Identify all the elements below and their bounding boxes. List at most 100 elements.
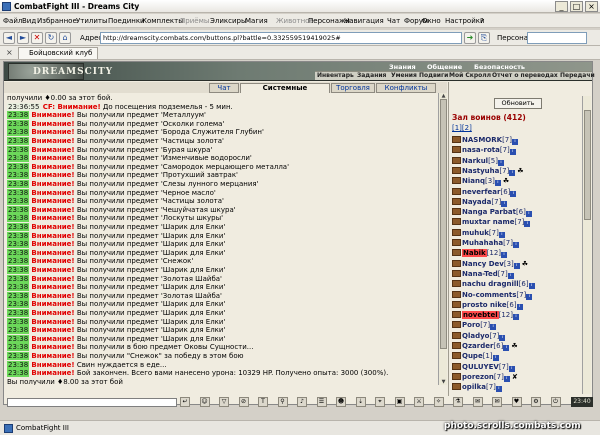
user-name[interactable]: Nancy Dev bbox=[462, 260, 504, 268]
info-icon[interactable]: i bbox=[501, 252, 508, 259]
menu-item[interactable]: Навигация bbox=[344, 17, 384, 25]
menu-item[interactable]: Чат bbox=[387, 17, 400, 25]
top-nav-link[interactable]: Безопасность bbox=[474, 63, 525, 71]
sub-nav-link[interactable]: Инвентарь bbox=[317, 72, 354, 79]
info-icon[interactable]: i bbox=[507, 272, 514, 279]
gift-icon[interactable]: ✉ bbox=[472, 397, 483, 407]
chat-input[interactable] bbox=[7, 398, 177, 407]
menu-item[interactable]: Утилиты bbox=[76, 17, 108, 25]
user-name[interactable]: Nastyuha bbox=[462, 167, 499, 175]
info-icon[interactable]: i bbox=[528, 283, 535, 290]
info-icon[interactable]: i bbox=[498, 231, 505, 238]
menu-item[interactable]: Приёмы bbox=[180, 17, 209, 25]
user-name[interactable]: opilka bbox=[462, 383, 486, 391]
chat-tab[interactable]: Чат bbox=[209, 83, 239, 93]
menu-item[interactable]: Эликсиры bbox=[210, 17, 247, 25]
user-name[interactable]: Nianq bbox=[462, 177, 485, 185]
info-icon[interactable]: i bbox=[526, 293, 533, 300]
user-name[interactable]: Nanga Parbat bbox=[462, 208, 516, 216]
info-icon[interactable]: i bbox=[495, 386, 502, 393]
address-input[interactable]: http://dreamscity.combats.com/buttons.pl… bbox=[100, 32, 462, 44]
menu-item[interactable]: Комплекты bbox=[142, 17, 184, 25]
close-tab-icon[interactable]: × bbox=[6, 48, 13, 57]
chat-scrollbar[interactable]: ▲ ▼ bbox=[438, 93, 447, 385]
menu-item[interactable]: Избранное bbox=[37, 17, 77, 25]
potion-icon[interactable]: ⚗ bbox=[453, 397, 463, 407]
sub-nav-link[interactable]: Отчет о переводах bbox=[492, 72, 558, 79]
user-name[interactable]: muxtar name bbox=[462, 218, 515, 226]
info-icon[interactable]: i bbox=[510, 190, 517, 197]
list-scroll-thumb[interactable] bbox=[584, 110, 591, 220]
translit-icon[interactable]: T bbox=[258, 397, 268, 407]
friends-icon[interactable]: ♥ bbox=[511, 397, 522, 407]
smiley-icon[interactable]: ☺ bbox=[199, 397, 210, 407]
info-icon[interactable]: i bbox=[498, 159, 504, 166]
top-nav-link[interactable]: Общение bbox=[427, 63, 462, 71]
info-icon[interactable]: i bbox=[503, 375, 510, 382]
user-name[interactable]: QULUYEV bbox=[462, 363, 499, 371]
browser-tab[interactable]: Бойцовский клуб bbox=[18, 47, 98, 59]
info-icon[interactable]: i bbox=[525, 211, 532, 218]
top-nav-link[interactable]: Знания bbox=[389, 63, 416, 71]
info-icon[interactable]: i bbox=[509, 149, 516, 156]
scroll-down-icon[interactable]: ▼ bbox=[440, 379, 447, 385]
go-icon[interactable]: ➜ bbox=[464, 32, 476, 44]
list-scrollbar[interactable] bbox=[582, 96, 591, 394]
chat-tab[interactable]: Торговля bbox=[331, 83, 375, 93]
user-name[interactable]: Nayada bbox=[462, 198, 491, 206]
user-name[interactable]: Narkul bbox=[462, 157, 488, 165]
info-icon[interactable]: i bbox=[492, 355, 499, 362]
scroll-lock-icon[interactable]: ⇣ bbox=[355, 397, 366, 407]
chat-tab[interactable]: Системные сообщения bbox=[240, 83, 330, 101]
info-icon[interactable]: i bbox=[499, 334, 506, 341]
filter-icon[interactable]: ▽ bbox=[219, 397, 229, 407]
user-name[interactable]: Nabik bbox=[462, 249, 487, 258]
close-button[interactable]: × bbox=[585, 1, 598, 12]
magic-icon[interactable]: ✧ bbox=[433, 397, 444, 407]
info-icon[interactable]: i bbox=[524, 221, 531, 228]
forward-icon[interactable]: ► bbox=[17, 32, 29, 44]
menu-item[interactable]: Окно bbox=[422, 17, 441, 25]
page-link[interactable]: [2] bbox=[462, 124, 472, 132]
user-name[interactable]: muhuk bbox=[462, 229, 489, 237]
sound-icon[interactable]: ♪ bbox=[297, 397, 307, 407]
chat-send-icon[interactable]: ↵ bbox=[180, 397, 190, 407]
user-name[interactable]: neverfear bbox=[462, 188, 500, 196]
user-name[interactable]: nachu dragnill bbox=[462, 280, 519, 288]
info-icon[interactable]: i bbox=[511, 139, 518, 145]
sub-nav-link[interactable]: Задания bbox=[357, 72, 386, 79]
info-icon[interactable]: i bbox=[509, 169, 516, 176]
menu-item[interactable]: Файл bbox=[3, 17, 22, 25]
stop-icon[interactable]: ✕ bbox=[31, 32, 43, 44]
taskbar-title[interactable]: CombatFight III bbox=[16, 424, 69, 432]
menu-item[interactable]: Настройки bbox=[445, 17, 485, 25]
clear-icon[interactable]: ⊘ bbox=[238, 397, 249, 407]
page-link[interactable]: [1] bbox=[452, 124, 462, 132]
inventory-icon[interactable]: ▣ bbox=[394, 397, 405, 407]
user-name[interactable]: No-comments bbox=[462, 291, 516, 299]
minimize-button[interactable]: _ bbox=[555, 1, 568, 12]
copy-icon[interactable]: ⎘ bbox=[478, 32, 490, 44]
user-name[interactable]: novebtel bbox=[462, 311, 499, 320]
user-name[interactable]: NASMORK bbox=[462, 136, 502, 144]
info-icon[interactable]: i bbox=[513, 242, 519, 248]
fight-icon[interactable]: ⚔ bbox=[414, 397, 424, 407]
user-name[interactable]: Nana-Ted bbox=[462, 270, 498, 278]
menu-item[interactable]: Вид bbox=[22, 17, 36, 25]
settings-icon[interactable]: ⚙ bbox=[531, 397, 541, 407]
mail-icon[interactable]: ✉ bbox=[492, 397, 502, 407]
info-icon[interactable]: i bbox=[503, 345, 510, 351]
exit-icon[interactable]: ⏻ bbox=[550, 397, 561, 407]
scroll-thumb[interactable] bbox=[440, 99, 447, 349]
user-name[interactable]: Qzarder bbox=[462, 342, 493, 350]
user-name[interactable]: Muhahaha bbox=[462, 239, 503, 247]
info-icon[interactable]: i bbox=[513, 262, 520, 269]
user-name[interactable]: Poro bbox=[462, 321, 480, 329]
user-name[interactable]: porezon bbox=[462, 373, 494, 381]
info-icon[interactable]: i bbox=[494, 180, 501, 187]
info-icon[interactable]: i bbox=[501, 200, 508, 207]
chat-tab[interactable]: Конфликты bbox=[376, 83, 436, 93]
back-icon[interactable]: ◄ bbox=[3, 32, 15, 44]
refresh-icon[interactable]: ↻ bbox=[45, 32, 57, 44]
menu-item[interactable]: Поединки bbox=[108, 17, 145, 25]
